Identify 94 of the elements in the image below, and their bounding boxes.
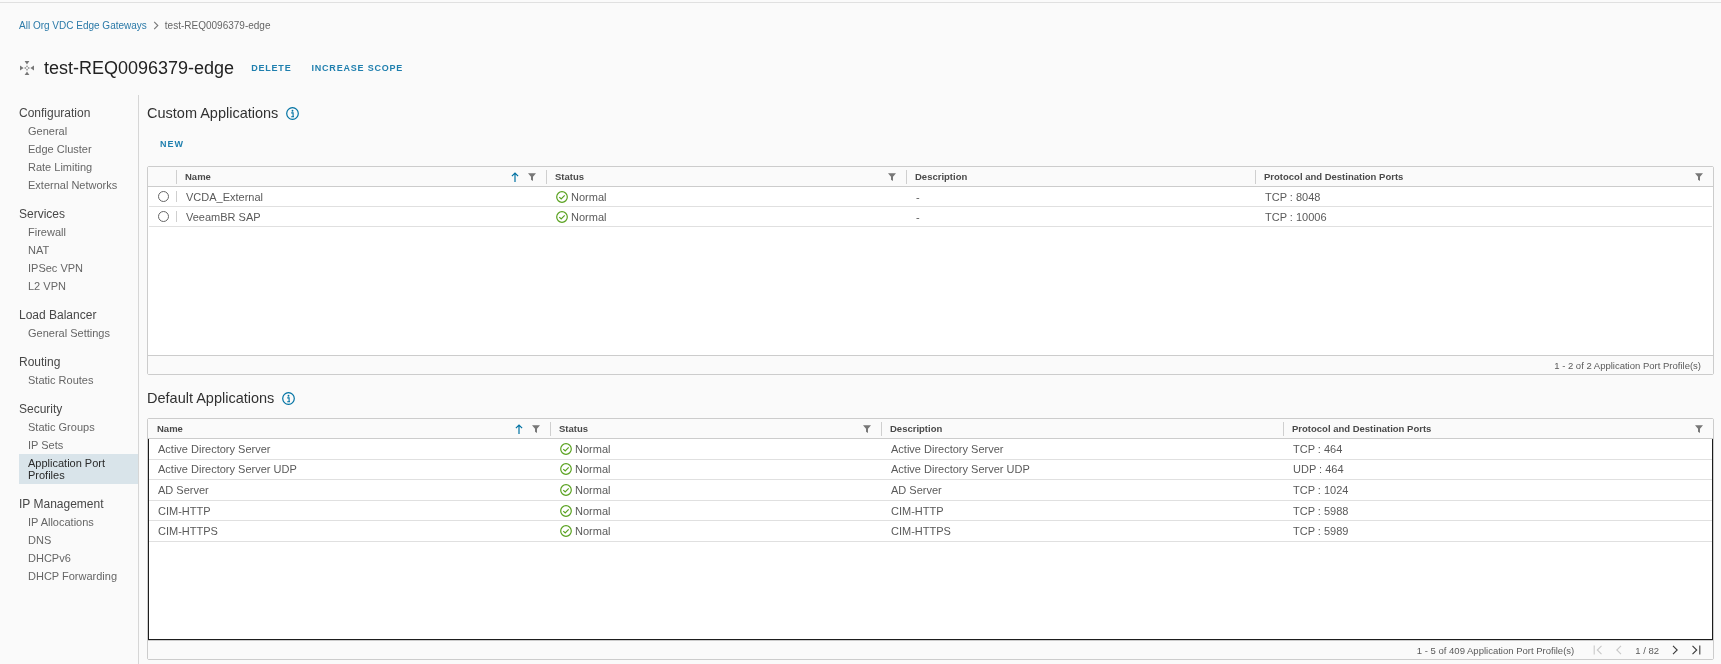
last-page-button[interactable] [1691,645,1701,655]
header-action-button[interactable]: INCREASE SCOPE [311,59,404,77]
filter-icon[interactable] [528,172,536,181]
table-cell-text: - [915,189,921,205]
column-header[interactable]: Name [185,171,502,182]
status-label: Normal [575,504,611,517]
status-label: Normal [575,463,611,476]
radio-button[interactable] [157,191,169,202]
table-cell-text: Active Directory Server [890,441,1005,457]
nav-item[interactable]: DHCP Forwarding [19,567,138,585]
check-circle-icon [556,210,568,223]
check-circle-icon [556,190,568,203]
chevron-right-bar-icon [1691,645,1701,655]
nav-item[interactable]: Static Routes [19,371,138,389]
check-circle-icon [560,504,572,517]
toolbar-button[interactable]: NEW [147,135,197,153]
filter-icon[interactable] [1695,424,1703,433]
chevron-right-icon [1670,645,1680,655]
table-cell-text: UDP : 464 [1292,462,1345,478]
column-header[interactable]: Description [915,171,1245,182]
filter-icon[interactable] [863,424,871,433]
nav-item[interactable]: Application Port Profiles [19,454,138,484]
nav-item[interactable]: IP Sets [19,436,138,454]
breadcrumb-current: test-REQ0096379-edge [164,19,271,31]
table-cell-text: Active Directory Server [157,441,272,457]
column-header[interactable]: Description [890,423,1273,434]
bar-chevron-left-icon [1593,645,1604,655]
filter-icon[interactable] [532,424,540,433]
status-label: Normal [575,525,611,538]
table-cell-text: - [915,209,921,225]
table-cell-text: TCP : 1024 [1292,483,1350,498]
table-cell-text: CIM-HTTPS [157,524,219,540]
table-cell-text: CIM-HTTP [157,503,212,519]
table-cell-text: TCP : 8048 [1264,189,1322,205]
section-title: Custom Applications [147,105,279,121]
nav-section-title: Load Balancer [18,307,98,324]
table-cell-text: TCP : 5988 [1292,503,1350,519]
nav-item[interactable]: General [19,122,138,140]
table-cell-text: VeeamBR SAP [185,209,262,225]
nav-section-title: Configuration [18,105,92,122]
filter-icon[interactable] [888,172,896,181]
status-label: Normal [571,210,607,223]
nav-item[interactable]: IP Allocations [19,513,138,531]
column-header[interactable]: Protocol and Destination Ports [1292,423,1686,434]
nav-item[interactable]: Rate Limiting [19,158,138,176]
header-action-button[interactable]: DELETE [251,59,292,77]
table-cell-text: AD Server [890,483,943,498]
nav-item[interactable]: Firewall [19,223,138,241]
nav-section-title: Security [18,401,64,418]
column-header[interactable]: Status [555,171,879,182]
table-cell-text: TCP : 5989 [1292,524,1350,540]
info-icon [286,106,300,120]
status-label: Normal [575,442,611,455]
table-cell-text: TCP : 464 [1292,441,1344,457]
column-header[interactable]: Name [157,423,506,434]
nav-item[interactable]: Static Groups [19,418,138,436]
check-circle-icon [560,463,572,476]
table-cell-text: Active Directory Server UDP [157,462,298,478]
next-page-button[interactable] [1670,645,1680,655]
table-cell-text: VCDA_External [185,189,265,205]
check-circle-icon [560,442,572,455]
nav-section-title: Services [18,206,66,223]
nav-item[interactable]: L2 VPN [19,277,138,295]
nav-item[interactable]: External Networks [19,176,138,194]
nav-section-title: IP Management [18,496,105,513]
status-label: Normal [571,190,607,203]
four-arrows-icon [20,61,34,75]
section-title: Default Applications [147,390,275,406]
table-cell-text: Active Directory Server UDP [890,462,1031,478]
status-label: Normal [575,484,611,496]
check-circle-icon [560,525,572,538]
radio-button[interactable] [157,211,169,222]
info-icon [282,391,296,405]
column-header[interactable]: Protocol and Destination Ports [1264,171,1686,182]
page-indicator: 1 / 82 [1635,644,1659,656]
item-count: 1 - 5 of 409 Application Port Profile(s) [1416,644,1575,656]
table-cell-text: TCP : 10006 [1264,209,1328,225]
nav-item[interactable]: General Settings [19,324,138,342]
page-title: test-REQ0096379-edge [44,57,235,79]
nav-item[interactable]: DHCPv6 [19,549,138,567]
check-circle-icon [560,484,572,496]
nav-section-title: Routing [18,354,62,371]
breadcrumb-link[interactable]: All Org VDC Edge Gateways [19,19,147,31]
table-cell-text: CIM-HTTP [890,503,945,519]
table-cell-text: AD Server [157,483,210,498]
table-cell-text: CIM-HTTPS [890,524,952,540]
item-count: 1 - 2 of 2 Application Port Profile(s) [1554,359,1701,371]
nav-item[interactable]: IPSec VPN [19,259,138,277]
chevron-right-icon [152,20,159,30]
nav-item[interactable]: Edge Cluster [19,140,138,158]
nav-item[interactable]: NAT [19,241,138,259]
nav-item[interactable]: DNS [19,531,138,549]
column-header[interactable]: Status [559,423,854,434]
filter-icon[interactable] [1695,172,1703,181]
